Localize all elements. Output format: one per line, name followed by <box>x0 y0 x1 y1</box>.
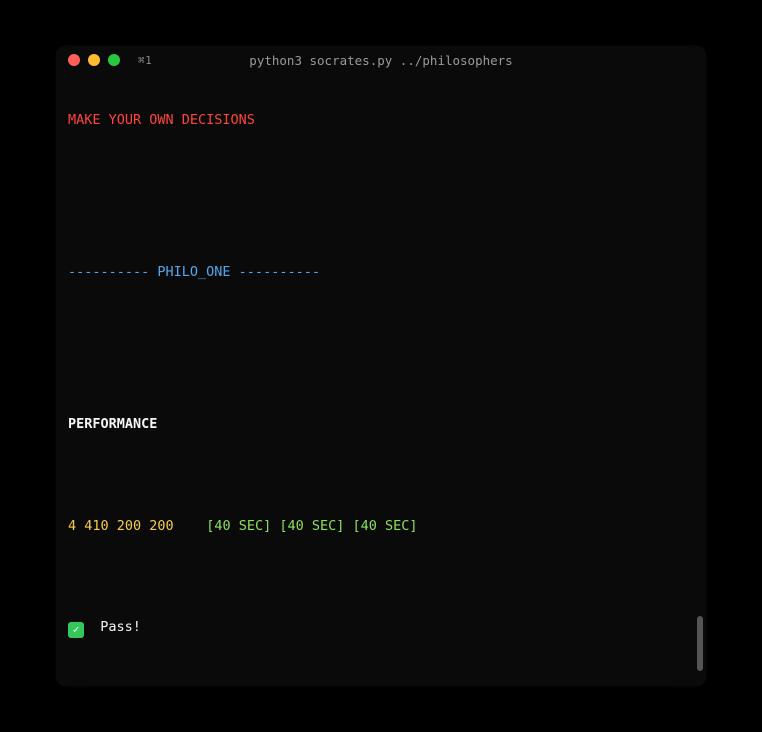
output-line: 4 410 200 200 [40 SEC] [40 SEC] [40 SEC] <box>68 518 694 535</box>
scrollbar-thumb[interactable] <box>697 616 703 671</box>
pass-line: ✓ Pass! <box>68 619 694 638</box>
titlebar: ⌘1 python3 socrates.py ../philosophers <box>56 46 706 74</box>
section-header: ---------- PHILO_ONE ---------- <box>68 264 694 281</box>
maximize-icon[interactable] <box>108 54 120 66</box>
output-line <box>68 366 694 383</box>
output-line <box>68 467 694 484</box>
tab-indicator: ⌘1 <box>138 54 152 67</box>
test-timing: [40 SEC] [40 SEC] [40 SEC] <box>206 518 417 534</box>
output-line <box>68 569 694 586</box>
test-params: 4 410 200 200 <box>68 518 174 534</box>
output-line <box>68 163 694 180</box>
output-line: MAKE YOUR OWN DECISIONS <box>68 112 694 129</box>
output-line <box>68 672 694 686</box>
output-line <box>68 213 694 230</box>
terminal-window: ⌘1 python3 socrates.py ../philosophers M… <box>56 46 706 686</box>
close-icon[interactable] <box>68 54 80 66</box>
minimize-icon[interactable] <box>88 54 100 66</box>
traffic-lights <box>68 54 120 66</box>
output-line <box>68 315 694 332</box>
window-title: python3 socrates.py ../philosophers <box>56 53 706 68</box>
check-icon: ✓ <box>68 622 84 638</box>
subsection-header: PERFORMANCE <box>68 416 694 433</box>
terminal-output[interactable]: MAKE YOUR OWN DECISIONS ---------- PHILO… <box>56 74 706 686</box>
